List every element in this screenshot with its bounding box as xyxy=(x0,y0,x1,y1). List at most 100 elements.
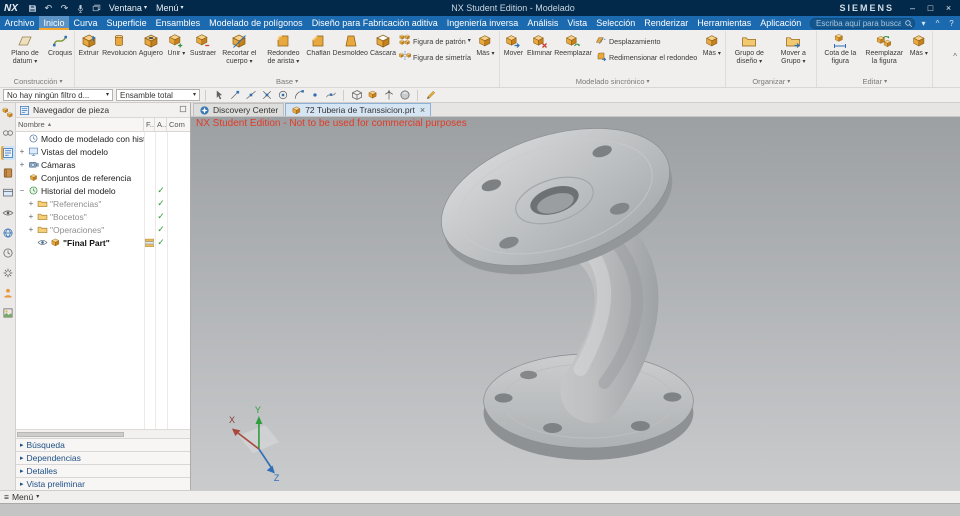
maximize-button[interactable]: □ xyxy=(923,3,938,13)
ventana-menu[interactable]: Ventana ▾ xyxy=(106,3,150,13)
expand-toggle[interactable]: + xyxy=(18,147,26,156)
tree-item[interactable]: − Historial del modelo ✓ xyxy=(16,184,190,197)
redo-icon[interactable]: ↷ xyxy=(58,2,71,14)
view-orientation-icon[interactable] xyxy=(381,89,396,102)
ribbon-button-eliminar[interactable]: Eliminar xyxy=(526,31,553,68)
assembly-navigator-icon[interactable] xyxy=(1,106,15,120)
ribbon-tab-superficie[interactable]: Superficie xyxy=(102,16,151,30)
ribbon-button-redondeo-de-arista[interactable]: Redondeo de arista ▾ xyxy=(261,31,305,68)
ribbon-button-cascara[interactable]: Cáscara xyxy=(369,31,397,68)
ribbon-tab-curva[interactable]: Curva xyxy=(69,16,102,30)
history-icon[interactable] xyxy=(1,246,15,260)
visualization-icon[interactable] xyxy=(1,206,15,220)
ribbon-button-mover[interactable]: Mover xyxy=(501,31,526,68)
help-icon[interactable]: ? xyxy=(946,19,957,28)
column-header-f[interactable]: F... xyxy=(144,118,155,131)
titlebar-menu[interactable]: Menú ▾ xyxy=(153,3,187,13)
save-icon[interactable] xyxy=(26,2,39,14)
chevron-down-icon[interactable]: ▾ xyxy=(918,19,929,28)
expand-toggle[interactable]: + xyxy=(27,225,35,234)
menu-grid-icon[interactable]: ≡ xyxy=(4,492,9,502)
ribbon-button-agujero[interactable]: Agujero xyxy=(138,31,164,68)
expand-toggle[interactable]: + xyxy=(18,160,26,169)
navigator-section-vista-preliminar[interactable]: ▸ Vista preliminar xyxy=(16,477,190,490)
tree-item[interactable]: + Vistas del modelo xyxy=(16,145,190,158)
ribbon-tab-ingenieria-inversa[interactable]: Ingeniería inversa xyxy=(442,16,523,30)
snap-endpoint-icon[interactable] xyxy=(227,89,242,102)
reuse-library-icon[interactable] xyxy=(1,166,15,180)
ribbon-tab-seleccion[interactable]: Selección xyxy=(592,16,640,30)
ribbon-tab-archivo[interactable]: Archivo xyxy=(0,16,39,30)
ribbon-collapse-icon[interactable]: ^ xyxy=(953,52,957,61)
doc-tab-72-tuberia-de-transsicion-prt[interactable]: 72 Tuberia de Transsicion.prt × xyxy=(285,103,432,116)
column-header-a[interactable]: A... xyxy=(155,118,167,131)
scrollbar-thumb[interactable] xyxy=(17,431,124,437)
ribbon-tab-aplicacion[interactable]: Aplicación xyxy=(756,16,806,30)
status-menu-label[interactable]: Menú xyxy=(12,492,33,502)
ribbon-button-mas[interactable]: Más ▾ xyxy=(473,31,498,68)
tree-item[interactable]: Conjuntos de referencia xyxy=(16,171,190,184)
selection-scope-dropdown[interactable]: Ensamble total ▾ xyxy=(116,89,200,101)
ribbon-button-extruir[interactable]: Extruir xyxy=(76,31,101,68)
visibility-eye-icon[interactable] xyxy=(37,237,48,248)
navigator-section-detalles[interactable]: ▸ Detalles xyxy=(16,464,190,477)
graphics-window[interactable]: Y X Z xyxy=(191,117,960,490)
roles-icon[interactable] xyxy=(1,286,15,300)
selection-filter-dropdown[interactable]: No hay ningún filtro d... ▾ xyxy=(3,89,113,101)
ribbon-button-chaflan[interactable]: Chaflán xyxy=(305,31,331,68)
ribbon-tab-modelado-de-poligonos[interactable]: Modelado de polígonos xyxy=(205,16,308,30)
ribbon-button-reemplazar[interactable]: Reemplazar xyxy=(553,31,593,68)
close-button[interactable]: × xyxy=(941,3,956,13)
ribbon-tab-inicio[interactable]: Inicio xyxy=(39,16,70,30)
process-studio-icon[interactable] xyxy=(1,266,15,280)
snap-quadrant-icon[interactable] xyxy=(291,89,306,102)
ribbon-group-label-editar[interactable]: Editar ▾ xyxy=(818,76,931,87)
ribbon-button-desmoldeo[interactable]: Desmoldeo xyxy=(332,31,369,68)
shaded-display-icon[interactable] xyxy=(365,89,380,102)
minimize-button[interactable]: – xyxy=(905,3,920,13)
doc-tab-discovery-center[interactable]: Discovery Center xyxy=(193,103,285,116)
part-navigator-icon[interactable] xyxy=(0,146,15,160)
ribbon-group-label-construccion[interactable]: Construcción ▾ xyxy=(3,76,73,87)
ribbon-button-sustraer[interactable]: Sustraer xyxy=(189,31,217,68)
ribbon-button-desplazamiento[interactable]: Desplazamiento xyxy=(595,34,697,48)
ribbon-button-figura-de-patron[interactable]: Figura de patrón ▾ xyxy=(399,34,471,48)
ribbon-button-croquis[interactable]: Croquis xyxy=(47,31,73,68)
wireframe-display-icon[interactable] xyxy=(349,89,364,102)
minimize-ribbon-icon[interactable]: ^ xyxy=(932,19,943,28)
ribbon-button-cota-de-la-figura[interactable]: Cota de la figura xyxy=(818,31,862,68)
ribbon-button-mover-a-grupo[interactable]: Mover a Grupo ▾ xyxy=(771,31,815,68)
undo-icon[interactable]: ↶ xyxy=(42,2,55,14)
search-icon[interactable] xyxy=(904,18,913,29)
snap-center-icon[interactable] xyxy=(275,89,290,102)
view-manager-icon[interactable] xyxy=(1,186,15,200)
ribbon-button-reemplazar-la-figura[interactable]: Reemplazar la figura xyxy=(862,31,906,68)
ribbon-group-label-base[interactable]: Base ▾ xyxy=(76,76,498,87)
column-header-nombre[interactable]: Nombre ▲ xyxy=(16,118,144,131)
edit-section-icon[interactable] xyxy=(423,89,438,102)
expand-toggle[interactable]: − xyxy=(18,186,26,195)
panel-options-icon[interactable] xyxy=(179,105,187,115)
expand-toggle[interactable]: + xyxy=(27,212,35,221)
ribbon-tab-vista[interactable]: Vista xyxy=(563,16,592,30)
ribbon-button-recortar-el-cuerpo[interactable]: Recortar el cuerpo ▾ xyxy=(217,31,261,68)
select-touch-icon[interactable] xyxy=(211,89,226,102)
tree-item[interactable]: + "Bocetos" ✓ xyxy=(16,210,190,223)
navigator-section-dependencias[interactable]: ▸ Dependencias xyxy=(16,451,190,464)
navigator-h-scrollbar[interactable] xyxy=(16,429,190,438)
ribbon-tab-analisis[interactable]: Análisis xyxy=(523,16,563,30)
ribbon-button-mas[interactable]: Más ▾ xyxy=(699,31,724,68)
system-scenes-icon[interactable] xyxy=(1,306,15,320)
ribbon-button-revolucion[interactable]: Revolución xyxy=(101,31,138,68)
snap-point-icon[interactable] xyxy=(307,89,322,102)
ribbon-tab-ensambles[interactable]: Ensambles xyxy=(151,16,205,30)
tree-item[interactable]: + Cámaras xyxy=(16,158,190,171)
column-header-com[interactable]: Com xyxy=(167,118,190,131)
tree-item[interactable]: + "Operaciones" ✓ xyxy=(16,223,190,236)
snap-midpoint-icon[interactable] xyxy=(243,89,258,102)
tree-item[interactable]: "Final Part" ✓ xyxy=(16,236,190,249)
ribbon-tab-herramientas[interactable]: Herramientas xyxy=(693,16,756,30)
close-tab-icon[interactable]: × xyxy=(420,105,425,115)
ribbon-button-redimensionar-el-redondeo[interactable]: Redimensionar el redondeo xyxy=(595,50,697,64)
window-cascade-icon[interactable] xyxy=(90,2,103,14)
